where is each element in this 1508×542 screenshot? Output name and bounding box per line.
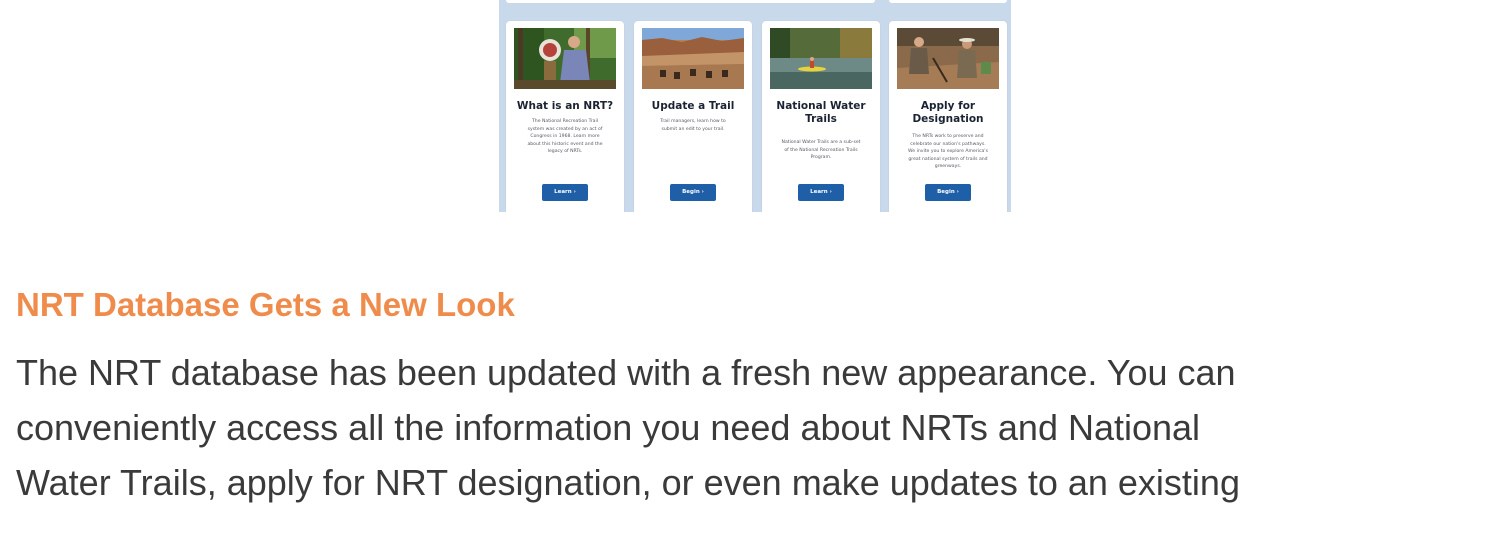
card-title: Update a Trail	[651, 100, 735, 112]
begin-button[interactable]: Begin ›	[670, 184, 716, 201]
trail-workers-photo	[897, 28, 999, 89]
article-body-line: The NRT database has been updated with a…	[16, 352, 1236, 393]
card-title: National Water Trails	[776, 100, 866, 125]
learn-button[interactable]: Learn ›	[798, 184, 844, 201]
card-description: The National Recreation Trail system was…	[527, 119, 603, 155]
article-body-line: conveniently access all the information …	[16, 407, 1201, 448]
article-title: NRT Database Gets a New Look	[16, 286, 515, 323]
kayak-on-river-photo	[770, 28, 872, 89]
nrt-database-screenshot: What is an NRT? The National Recreation …	[499, 0, 1011, 212]
card-what-is-nrt: What is an NRT? The National Recreation …	[506, 21, 624, 212]
article-body: The NRT database has been updated with a…	[16, 345, 1496, 510]
card-title: Apply for Designation	[912, 100, 984, 125]
panel-top-card-edge	[889, 0, 1007, 3]
canyon-mule-riders-photo	[642, 28, 744, 89]
card-description: Trail managers, learn how to submit an e…	[660, 119, 726, 132]
learn-button[interactable]: Learn ›	[542, 184, 588, 201]
panel-top-card-edge	[506, 0, 875, 3]
article-body-line: Water Trails, apply for NRT designation,…	[16, 462, 1240, 503]
card-update-trail: Update a Trail Trail managers, learn how…	[634, 21, 752, 212]
card-title: What is an NRT?	[516, 100, 614, 112]
card-apply-designation: Apply for Designation The NRTs work to p…	[889, 21, 1007, 212]
begin-button[interactable]: Begin ›	[925, 184, 971, 201]
card-description: National Water Trails are a sub-set of t…	[781, 140, 861, 161]
person-at-trail-sign-photo	[514, 28, 616, 89]
card-national-water-trails: National Water Trails National Water Tra…	[762, 21, 880, 212]
card-description: The NRTs work to preserve and celebrate …	[908, 134, 988, 170]
